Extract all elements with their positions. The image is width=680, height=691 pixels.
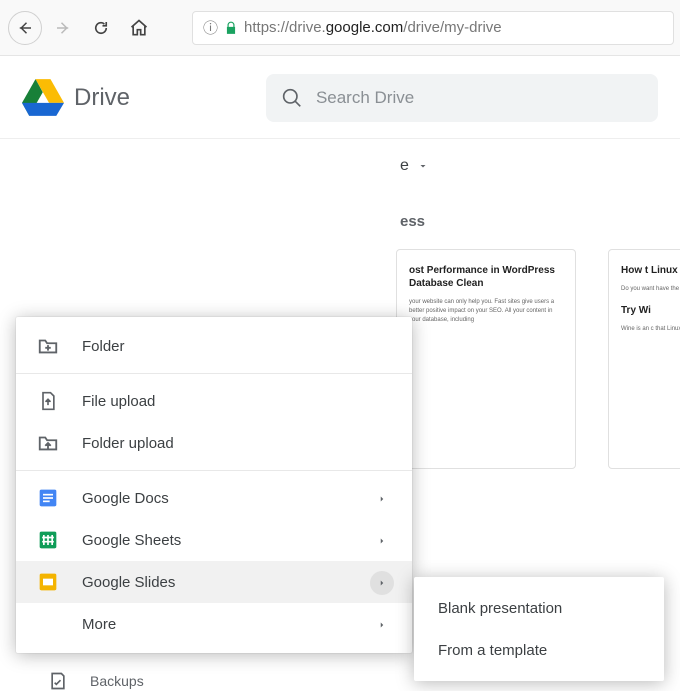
- site-info-icon[interactable]: ⓘ: [203, 17, 218, 38]
- menu-item-label: File upload: [82, 393, 155, 410]
- chevron-right-icon: [370, 529, 394, 553]
- drive-header: Drive: [0, 56, 680, 139]
- drive-logo[interactable]: Drive: [22, 79, 130, 117]
- file-card-body: Do you want have the ter. Below are th: [621, 285, 680, 294]
- slides-icon: [36, 570, 60, 594]
- sidebar-item-label: Backups: [90, 673, 144, 689]
- file-card-body: Wine is an c that Linux u: [621, 325, 680, 334]
- app-name: Drive: [74, 84, 130, 112]
- folder-upload-icon: [36, 431, 60, 455]
- file-card-body: your website can only help you. Fast sit…: [409, 298, 563, 325]
- menu-item-label: More: [82, 616, 116, 633]
- folder-plus-icon: [36, 334, 60, 358]
- sheets-icon: [36, 528, 60, 552]
- backups-icon: [48, 671, 68, 691]
- menu-item-label: Google Sheets: [82, 532, 181, 549]
- drive-logo-icon: [22, 79, 64, 117]
- menu-item-label: Folder: [82, 338, 125, 355]
- search-box[interactable]: [266, 74, 658, 122]
- menu-item-google-slides[interactable]: Google Slides: [16, 561, 412, 603]
- section-label: ess: [400, 213, 425, 230]
- search-input[interactable]: [316, 88, 642, 108]
- browser-toolbar: ⓘ https://drive.google.com/drive/my-driv…: [0, 0, 680, 56]
- forward-button: [46, 11, 80, 45]
- menu-item-google-docs[interactable]: Google Docs: [16, 477, 412, 519]
- file-card[interactable]: ost Performance in WordPress Database Cl…: [396, 249, 576, 469]
- spacer: [36, 612, 60, 636]
- file-card-subtitle: Try Wi: [621, 304, 680, 317]
- menu-item-file-upload[interactable]: File upload: [16, 380, 412, 422]
- menu-item-label: Google Slides: [82, 574, 175, 591]
- slides-submenu: Blank presentation From a template: [414, 577, 664, 681]
- submenu-item-label: Blank presentation: [438, 600, 562, 617]
- docs-icon: [36, 486, 60, 510]
- submenu-item-from-template[interactable]: From a template: [414, 629, 664, 671]
- reload-button[interactable]: [84, 11, 118, 45]
- lock-icon: [224, 21, 238, 35]
- menu-item-label: Folder upload: [82, 435, 174, 452]
- file-card-title: ost Performance in WordPress Database Cl…: [409, 264, 563, 290]
- file-card-title: How t Linux: [621, 264, 680, 277]
- address-bar[interactable]: ⓘ https://drive.google.com/drive/my-driv…: [192, 11, 674, 45]
- menu-item-google-sheets[interactable]: Google Sheets: [16, 519, 412, 561]
- home-button[interactable]: [122, 11, 156, 45]
- submenu-item-label: From a template: [438, 642, 547, 659]
- file-card[interactable]: How t Linux Do you want have the ter. Be…: [608, 249, 680, 469]
- back-button[interactable]: [8, 11, 42, 45]
- menu-item-new-folder[interactable]: Folder: [16, 325, 412, 367]
- content-area: e ess ost Performance in WordPress Datab…: [0, 139, 680, 159]
- search-icon: [282, 87, 302, 109]
- chevron-right-icon: [370, 487, 394, 511]
- breadcrumb-my-drive[interactable]: e: [400, 157, 429, 175]
- sidebar-item-backups[interactable]: Backups: [48, 671, 144, 691]
- menu-item-label: Google Docs: [82, 490, 169, 507]
- breadcrumb-label: e: [400, 157, 409, 175]
- chevron-down-icon: [417, 160, 429, 172]
- chevron-right-icon: [370, 613, 394, 637]
- menu-item-folder-upload[interactable]: Folder upload: [16, 422, 412, 464]
- url-text: https://drive.google.com/drive/my-drive: [244, 19, 502, 36]
- new-menu: Folder File upload Folder upload Google …: [16, 317, 412, 653]
- submenu-item-blank-presentation[interactable]: Blank presentation: [414, 587, 664, 629]
- menu-item-more[interactable]: More: [16, 603, 412, 645]
- chevron-right-icon: [370, 571, 394, 595]
- file-upload-icon: [36, 389, 60, 413]
